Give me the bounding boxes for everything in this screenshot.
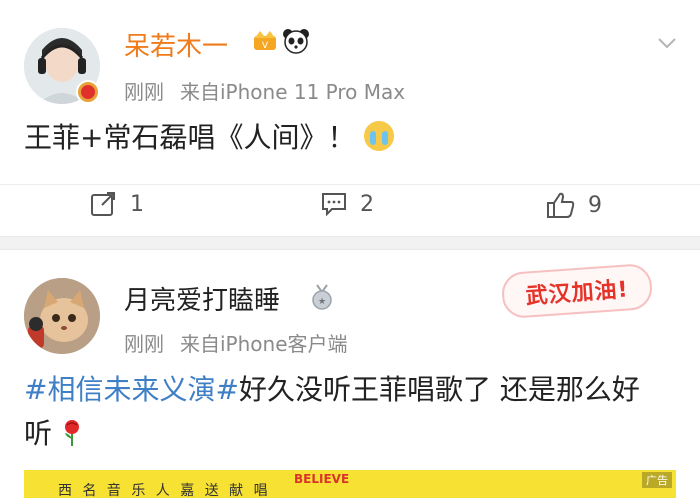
comment-count: 2 xyxy=(360,191,374,217)
repost-button[interactable]: 1 xyxy=(90,191,144,217)
user-badges: ★ xyxy=(310,284,334,310)
panda-icon xyxy=(283,29,309,54)
svg-text:V: V xyxy=(262,41,269,51)
repost-icon xyxy=(91,192,115,216)
post-time: 刚刚 xyxy=(124,332,164,356)
thumbs-up-icon xyxy=(547,192,575,218)
post-source[interactable]: 来自iPhone 11 Pro Max xyxy=(180,80,405,104)
like-button[interactable]: 9 xyxy=(546,191,602,219)
username[interactable]: 月亮爱打瞌睡 xyxy=(124,280,280,317)
user-avatar[interactable] xyxy=(24,278,100,354)
sticker-text: 武汉加油! xyxy=(524,277,630,310)
ad-banner[interactable]: 西 名 音 乐 人 嘉 送 献 唱 BELIEVE 广告 xyxy=(24,470,676,498)
user-badges: V xyxy=(252,28,310,54)
like-count: 9 xyxy=(588,192,602,218)
post-content: 王菲+常石磊唱《人间》！ xyxy=(24,116,395,160)
post-meta: 刚刚 来自iPhone客户端 xyxy=(124,328,348,357)
username[interactable]: 呆若木一 xyxy=(124,26,228,63)
svg-text:★: ★ xyxy=(318,297,326,307)
post-text: 王菲+常石磊唱《人间》！ xyxy=(24,121,356,154)
ad-logo: BELIEVE xyxy=(294,472,350,486)
chevron-down-icon[interactable] xyxy=(656,32,678,54)
post-meta: 刚刚 来自iPhone 11 Pro Max xyxy=(124,76,405,105)
comment-button[interactable]: 2 xyxy=(320,191,374,217)
crying-emoji-icon xyxy=(364,121,395,151)
post-content: #相信未来义演#好久没听王菲唱歌了 还是那么好听 xyxy=(24,368,664,456)
comment-icon xyxy=(322,193,346,217)
post-divider xyxy=(0,236,700,250)
action-bar: 1 2 9 xyxy=(0,184,700,228)
repost-count: 1 xyxy=(130,191,144,217)
ad-text: 西 名 音 乐 人 嘉 送 献 唱 xyxy=(58,483,271,498)
ad-tag: 广告 xyxy=(642,472,672,488)
rose-emoji-icon xyxy=(64,420,79,446)
vip-crown-icon: V xyxy=(254,31,276,51)
weibo-post: 呆若木一 V 刚刚 来自iPhone 11 Pro Max 王菲+常石磊唱《人间》… xyxy=(0,0,700,236)
post-source[interactable]: 来自iPhone客户端 xyxy=(180,332,348,356)
post-time: 刚刚 xyxy=(124,80,164,104)
verified-badge-icon xyxy=(76,80,100,104)
medal-icon: ★ xyxy=(312,284,332,310)
topic-link[interactable]: #相信未来义演# xyxy=(24,373,239,406)
